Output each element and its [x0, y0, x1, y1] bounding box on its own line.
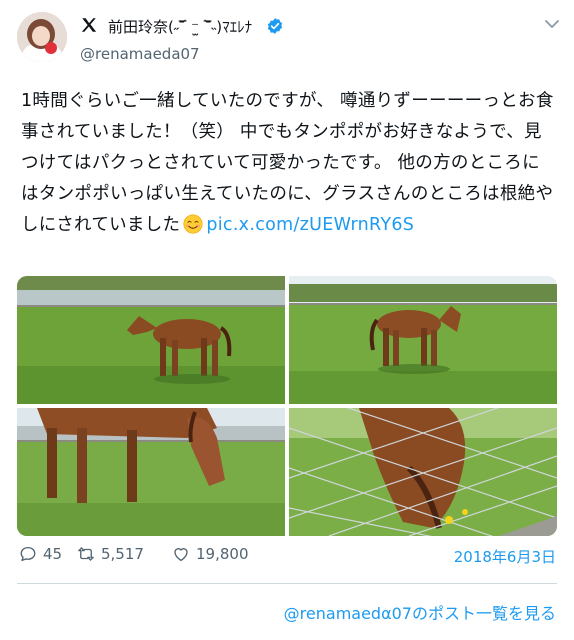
reply-count: 45: [43, 545, 63, 563]
retweet-icon: [78, 547, 94, 561]
photo-horse-grazing[interactable]: [289, 408, 557, 536]
tweet-date[interactable]: 2018年6月3日: [454, 546, 556, 567]
tweet-text: 1時間ぐらいご一緒していたのですが、 噂通りずーーーーっとお食事されていました！…: [21, 91, 554, 235]
photo-grid: [17, 276, 557, 536]
photo-horse-side[interactable]: [289, 276, 557, 404]
divider: [17, 583, 557, 584]
tweet-actions: 45 5,517 19,800 2018年6月3日: [17, 545, 562, 569]
chevron-down-icon[interactable]: [544, 18, 560, 30]
like-count: 19,800: [196, 545, 249, 563]
photo-horse-standing[interactable]: [17, 276, 285, 404]
x-logo-icon: [81, 18, 97, 32]
retweet-button[interactable]: 5,517: [77, 545, 144, 563]
verified-badge-icon: [267, 18, 283, 34]
tweet-body: 1時間ぐらいご一緒していたのですが、 噂通りずーーーーっとお食事されていました！…: [21, 86, 556, 241]
author-handle[interactable]: @renamaeda07: [80, 45, 200, 63]
reply-button[interactable]: 45: [19, 545, 62, 563]
view-more-posts-link[interactable]: @renamaedα07のポスト一覧を見る: [284, 600, 556, 624]
photo-horse-closeup[interactable]: [17, 408, 285, 536]
heart-icon: [174, 548, 188, 562]
retweet-count: 5,517: [101, 545, 144, 563]
author-display-name[interactable]: 前田玲奈(˶‾᷄ ⁻̫ ‾᷅˵)ﾏｴﾚﾅ: [108, 16, 252, 37]
reply-icon: [20, 546, 36, 562]
smiling-face-icon: [183, 214, 203, 234]
avatar[interactable]: [17, 12, 67, 62]
tweet-header: 前田玲奈(˶‾᷄ ⁻̫ ‾᷅˵)ﾏｴﾚﾅ @renamaeda07: [17, 12, 562, 68]
like-button[interactable]: 19,800: [172, 545, 249, 563]
tweet-media-link[interactable]: pic.x.com/zUEWrnRY6S: [206, 215, 414, 235]
